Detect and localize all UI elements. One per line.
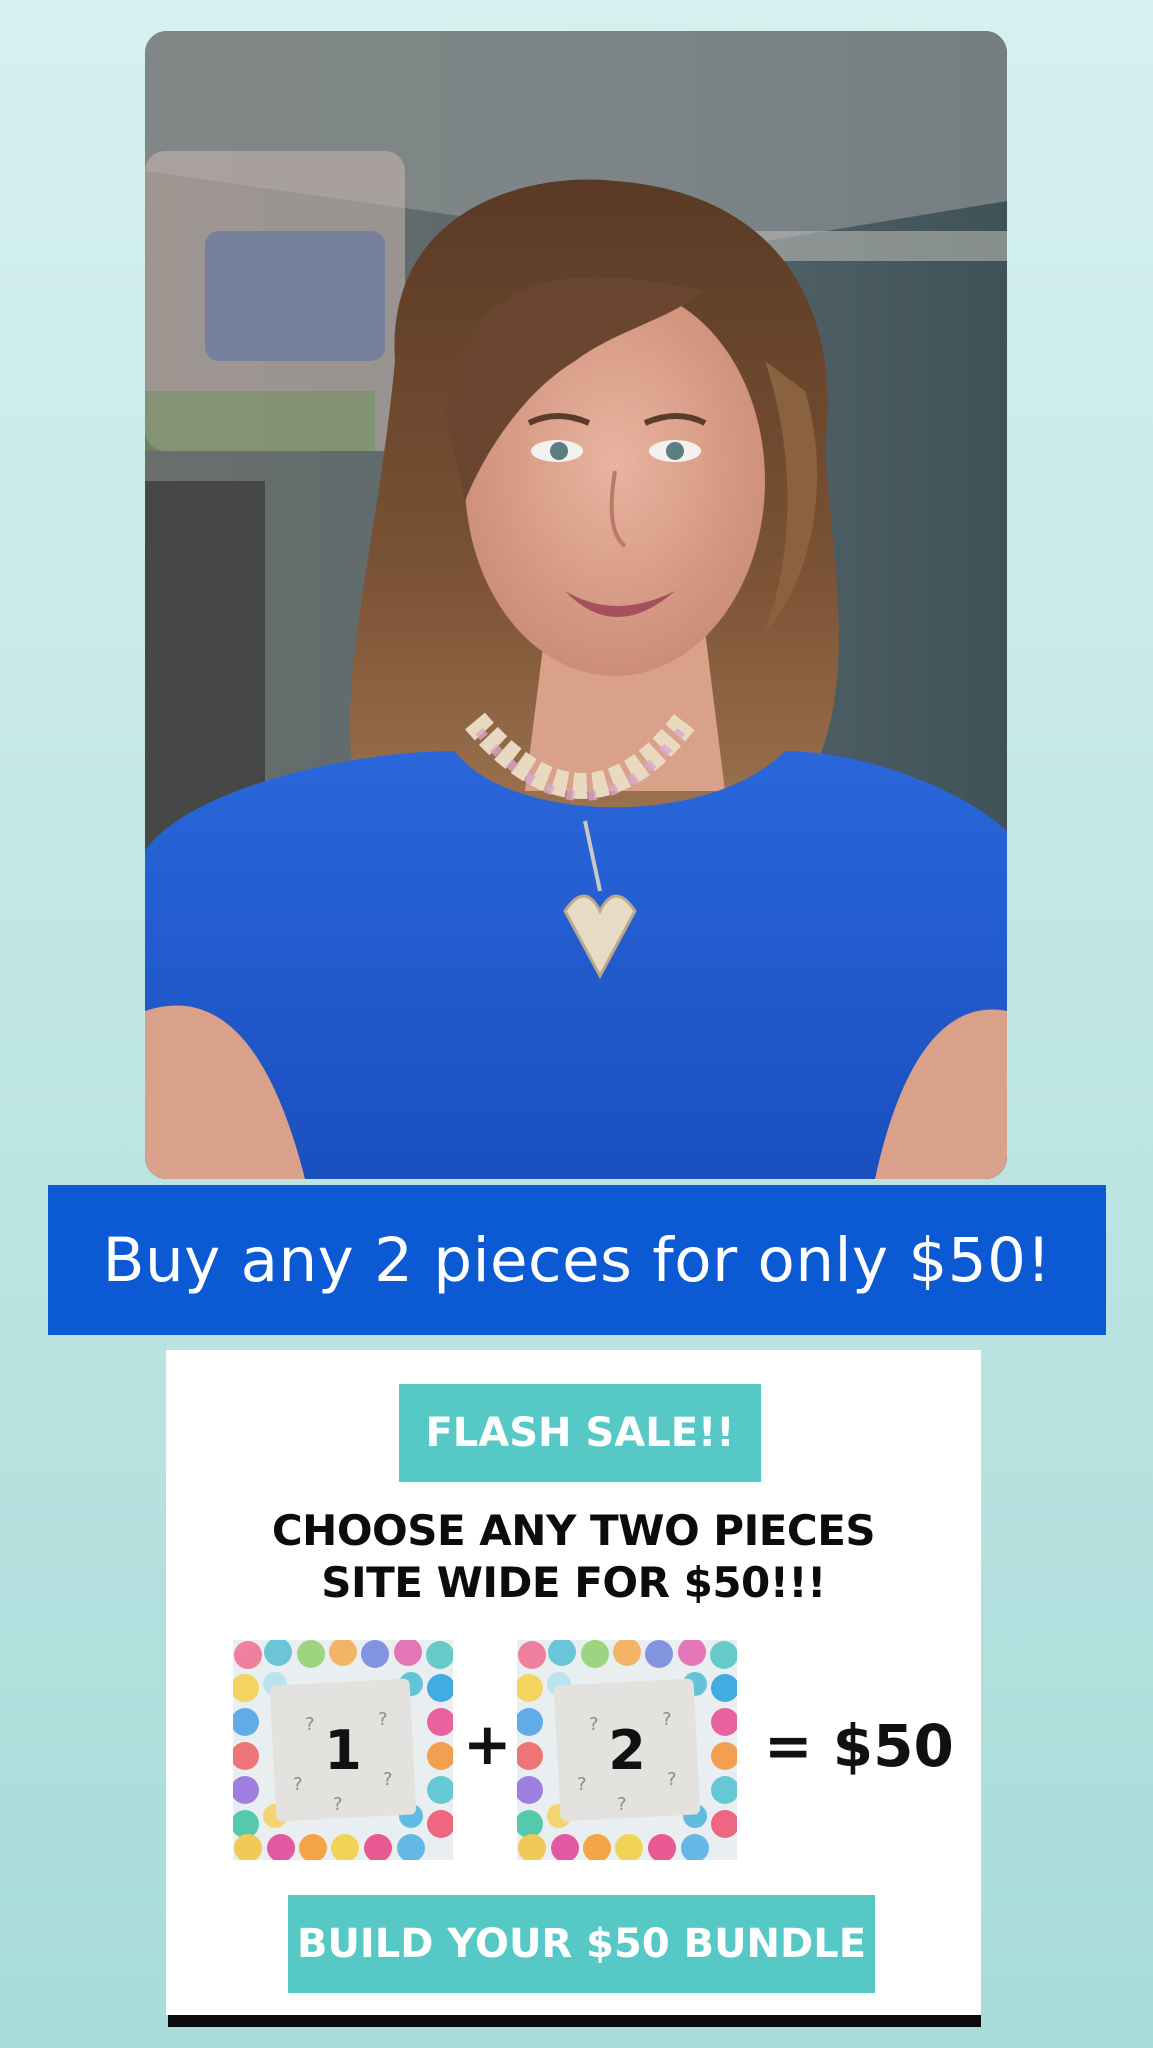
promo-headline: CHOOSE ANY TWO PIECES SITE WIDE FOR $50!… [166,1505,981,1609]
item-1-number: 1 [324,1718,362,1782]
item-2-number: 2 [608,1718,646,1782]
headline-line-1: CHOOSE ANY TWO PIECES [271,1506,876,1555]
build-bundle-button[interactable]: BUILD YOUR $50 BUNDLE [288,1895,875,1993]
equals-price: = $50 [764,1712,954,1780]
plus-sign: + [463,1710,512,1778]
banner-text: Buy any 2 pieces for only $50! [102,1224,1052,1296]
portrait-illustration [145,31,1007,1179]
portrait-photo [145,31,1007,1179]
promo-card[interactable]: FLASH SALE!! CHOOSE ANY TWO PIECES SITE … [166,1350,981,2015]
headline-line-2: SITE WIDE FOR $50!!! [321,1558,826,1607]
promo-banner: Buy any 2 pieces for only $50! [48,1185,1106,1335]
flash-sale-badge: FLASH SALE!! [399,1384,761,1482]
mystery-item-2-tile: ? ? ? ? ? 2 [517,1640,737,1860]
mystery-item-1-tile: ? ? ? ? ? 1 [233,1640,453,1860]
